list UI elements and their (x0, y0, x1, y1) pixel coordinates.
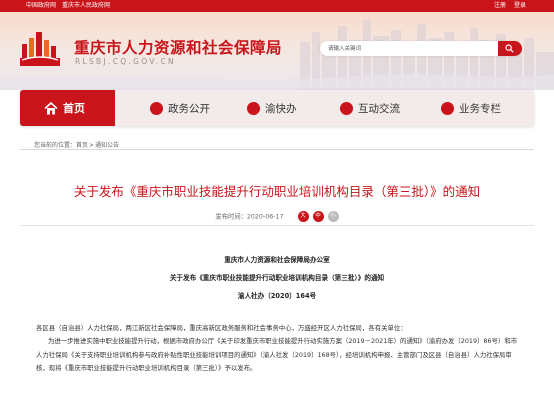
site-title: 重庆市人力资源和社会保障局 (74, 39, 283, 57)
document-number: 渝人社办〔2020〕164号 (237, 292, 317, 300)
header-banner: 重庆市人力资源和社会保障局 RLSBJ.CQ.GOV.CN 请输入关键词 (0, 12, 554, 90)
breadcrumb-notices[interactable]: 通知公告 (95, 142, 119, 149)
font-size-large-button[interactable]: 大 (297, 211, 309, 222)
nav-item-yukuaiban[interactable]: 渝快办 (247, 90, 297, 126)
breadcrumb-divider (20, 149, 534, 150)
document-title: 关于发布《重庆市职业技能提升行动职业培训机构目录（第三批）》的通知 (169, 274, 385, 282)
home-icon (44, 101, 58, 114)
breadcrumb-prefix: 您当前的位置： (34, 142, 77, 149)
nav-label-gov-affairs: 政务公开 (168, 102, 210, 115)
top-bar: 中国政府网 重庆市人民政府网 注册 登录 (0, 0, 554, 12)
publish-date: 发布时间：2020-06-17 (215, 213, 284, 221)
nav-label-business-column: 业务专栏 (459, 102, 501, 115)
nav-label-home: 首页 (63, 102, 85, 115)
link-cq-gov[interactable]: 重庆市人民政府网 (62, 2, 110, 9)
search-button[interactable] (498, 41, 522, 56)
search-box[interactable]: 请输入关键词 (320, 41, 522, 56)
recipients: 各区县（自治县）人力社保局，两江新区社会保障局，重庆高新区政务服务和社会事务中心… (36, 324, 407, 332)
column-icon (441, 101, 454, 115)
nav-item-business-column[interactable]: 业务专栏 (441, 90, 501, 126)
register-link[interactable]: 注册 (494, 2, 506, 9)
search-input[interactable]: 请输入关键词 (328, 44, 361, 52)
login-link[interactable]: 登录 (514, 2, 526, 9)
search-icon (505, 44, 514, 53)
external-links: 中国政府网 重庆市人民政府网 (26, 1, 114, 11)
nav-label-interaction: 互动交流 (358, 102, 400, 115)
issuer: 重庆市人力资源和社会保障局办公室 (224, 256, 330, 264)
link-gov-cn[interactable]: 中国政府网 (26, 2, 56, 9)
breadcrumb-home[interactable]: 首页 (76, 142, 88, 149)
nav-item-gov-affairs[interactable]: 政务公开 (150, 90, 210, 126)
bureau-logo (20, 32, 60, 66)
document-icon (150, 101, 163, 115)
breadcrumb-separator: > (89, 142, 95, 149)
article-divider (20, 225, 534, 226)
nav-item-interaction[interactable]: 互动交流 (340, 90, 400, 126)
article-meta: 发布时间：2020-06-17 大 中 小 (0, 211, 554, 222)
site-url: RLSBJ.CQ.GOV.CN (75, 57, 176, 66)
article-title: 关于发布《重庆市职业技能提升行动职业培训机构目录（第三批）》的通知 (73, 184, 481, 199)
service-icon (247, 101, 260, 115)
breadcrumb: 您当前的位置：首页>通知公告 (34, 140, 119, 149)
font-size-small-button[interactable]: 小 (327, 211, 339, 222)
article-body: 为进一步推进实施中职业技能提升行动，根据市政府办公厅《关于印发重庆市职业技能提升… (36, 337, 518, 372)
font-size-medium-button[interactable]: 中 (312, 211, 324, 222)
main-nav: 首页 政务公开 渝快办 互动交流 业务专栏 (20, 90, 534, 126)
auth-links: 注册 登录 (488, 1, 526, 11)
chat-icon (340, 101, 353, 115)
nav-label-yukuaiban: 渝快办 (265, 102, 297, 115)
nav-item-home[interactable]: 首页 (20, 90, 115, 126)
